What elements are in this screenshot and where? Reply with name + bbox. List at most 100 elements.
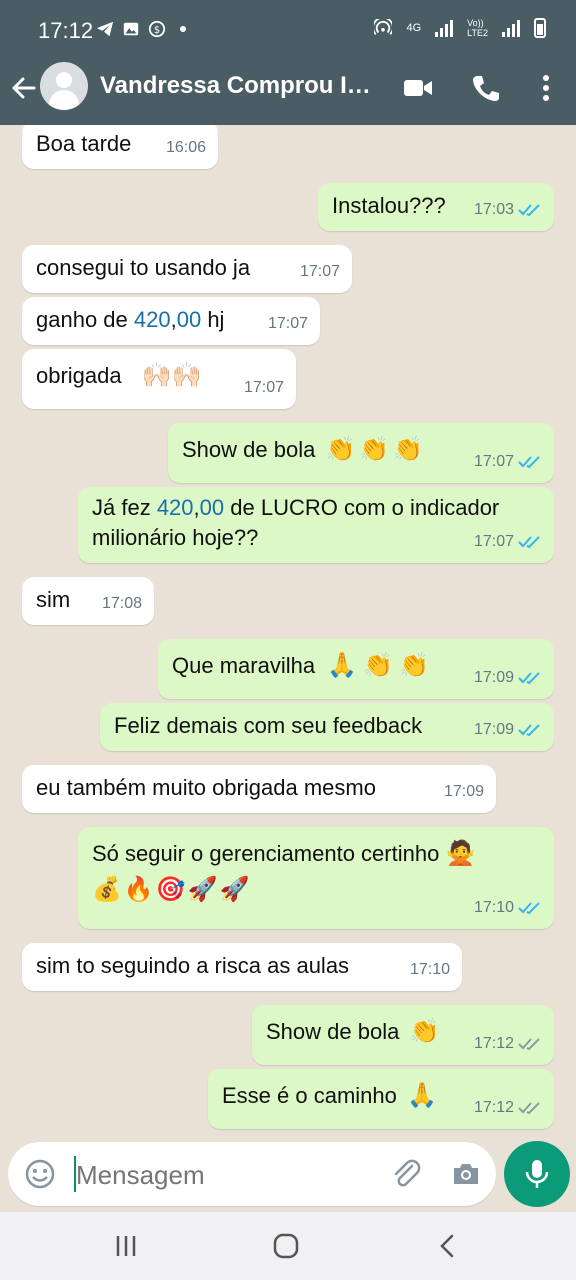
- message-incoming[interactable]: consegui to usando ja 17:07: [22, 245, 352, 293]
- back-icon[interactable]: [432, 1232, 464, 1260]
- message-meta: 17:08: [102, 589, 142, 619]
- money-circle-icon: $: [148, 20, 166, 38]
- chat-header: Vandressa Comprou In...: [0, 62, 576, 125]
- battery-icon: [534, 18, 546, 38]
- system-status-icons: 4G Vo)) LTE2: [374, 18, 546, 38]
- home-icon[interactable]: [270, 1232, 302, 1260]
- gallery-icon: [123, 22, 139, 36]
- message-meta: 17:07: [300, 257, 340, 287]
- message-time: 17:09: [473, 721, 514, 738]
- status-time: 17:12: [38, 18, 94, 43]
- message-incoming[interactable]: ganho de 420,00 hj 17:07: [22, 297, 320, 345]
- message-composer: [8, 1142, 496, 1206]
- message-incoming[interactable]: Boa tarde 16:06: [22, 125, 218, 169]
- message-meta: 17:03: [474, 195, 542, 225]
- system-navigation-bar: [0, 1212, 576, 1280]
- message-time: 17:08: [101, 595, 142, 612]
- link-number[interactable]: 420: [134, 307, 171, 332]
- message-time: 17:07: [243, 379, 284, 396]
- link-number[interactable]: 420: [157, 495, 194, 520]
- delivered-receipt-icon: [518, 1102, 540, 1115]
- message-time: 17:07: [267, 315, 308, 332]
- message-outgoing[interactable]: Feliz demais com seu feedback 17:09: [100, 703, 554, 751]
- message-meta: 17:12: [474, 1093, 542, 1123]
- clapping-hands-emoji: 👏: [409, 1018, 440, 1045]
- message-incoming[interactable]: sim to seguindo a risca as aulas 17:10: [22, 943, 462, 991]
- message-meta: 17:10: [474, 893, 542, 923]
- hotspot-icon: [374, 19, 393, 35]
- camera-icon[interactable]: [450, 1158, 482, 1190]
- pray-clap-emoji: 🙏👏👏: [327, 652, 435, 679]
- message-time: 17:09: [443, 783, 484, 800]
- read-receipt-icon: [518, 204, 540, 217]
- message-outgoing[interactable]: Instalou??? 17:03: [318, 183, 554, 231]
- message-time: 17:10: [409, 961, 450, 978]
- message-text: consegui to usando ja: [36, 255, 251, 280]
- message-meta: 17:09: [474, 715, 542, 745]
- message-text: Instalou???: [332, 193, 446, 218]
- message-meta: 17:09: [444, 777, 484, 807]
- more-notifications-dot: [180, 26, 186, 32]
- message-text: Que maravilha: [172, 653, 316, 678]
- more-vert-icon[interactable]: [530, 72, 562, 104]
- back-arrow-icon[interactable]: [10, 74, 38, 102]
- message-text: sim to seguindo a risca as aulas: [36, 953, 350, 978]
- message-time: 17:12: [473, 1035, 514, 1052]
- mic-icon: [525, 1160, 549, 1188]
- message-text: Esse é o caminho: [222, 1083, 397, 1108]
- message-outgoing[interactable]: Já fez 420,00 de LUCRO com o indicador m…: [78, 487, 554, 563]
- avatar[interactable]: [40, 62, 88, 110]
- read-receipt-icon: [518, 536, 540, 549]
- message-text: eu também muito obrigada mesmo: [36, 775, 376, 800]
- message-text: Já fez 420,00 de LUCRO com o indicador: [92, 495, 500, 520]
- message-time: 17:07: [473, 453, 514, 470]
- message-outgoing[interactable]: Show de bola 👏 17:12: [252, 1005, 554, 1065]
- message-outgoing[interactable]: Só seguir o gerenciamento certinho 🙅 💰🔥🎯…: [78, 827, 554, 929]
- recent-apps-icon[interactable]: [110, 1232, 142, 1260]
- message-text: Show de bola: [266, 1019, 400, 1044]
- message-outgoing[interactable]: Show de bola 👏👏👏 17:07: [168, 423, 554, 483]
- link-number[interactable]: 00: [200, 495, 224, 520]
- message-input[interactable]: [74, 1154, 378, 1196]
- message-time: 17:09: [473, 669, 514, 686]
- message-incoming[interactable]: sim 17:08: [22, 577, 154, 625]
- message-list[interactable]: Boa tarde 16:06 Instalou??? 17:03 conseg…: [0, 125, 576, 1140]
- volte-label: Vo)) LTE2: [467, 18, 488, 38]
- gesture-no-emoji: 🙅: [445, 840, 476, 867]
- message-meta: 17:09: [474, 663, 542, 693]
- telegram-icon: [96, 21, 114, 37]
- message-incoming[interactable]: eu também muito obrigada mesmo 17:09: [22, 765, 496, 813]
- message-text: Só seguir o gerenciamento certinho 🙅: [92, 840, 476, 867]
- read-receipt-icon: [518, 456, 540, 469]
- message-outgoing[interactable]: Que maravilha 🙏👏👏 17:09: [158, 639, 554, 699]
- message-text: ganho de 420,00 hj: [36, 307, 225, 332]
- emoji-picker-icon[interactable]: [24, 1158, 56, 1190]
- attach-icon[interactable]: [390, 1158, 422, 1190]
- message-meta: 17:07: [474, 527, 542, 557]
- raised-hands-emoji: 🙌🏻🙌🏻: [141, 362, 202, 389]
- voice-record-button[interactable]: [504, 1141, 570, 1207]
- message-time: 17:07: [473, 533, 514, 550]
- notification-icons: $: [96, 20, 186, 38]
- top-bar: 17:12 $ 4G Vo)) LTE2 Vandressa Comprou I…: [0, 0, 576, 125]
- message-time: 17:03: [473, 201, 514, 218]
- message-text: obrigada: [36, 363, 122, 388]
- link-number[interactable]: 00: [177, 307, 201, 332]
- message-text: Boa tarde: [36, 131, 132, 156]
- message-meta: 17:07: [268, 309, 308, 339]
- message-meta: 17:07: [474, 447, 542, 477]
- read-receipt-icon: [518, 902, 540, 915]
- message-outgoing[interactable]: Esse é o caminho 🙏 17:12: [208, 1069, 554, 1129]
- message-text: sim: [36, 587, 71, 612]
- video-call-icon[interactable]: [402, 72, 434, 104]
- status-bar: 17:12 $ 4G Vo)) LTE2: [0, 0, 576, 62]
- contact-name[interactable]: Vandressa Comprou In...: [100, 72, 380, 100]
- phone-icon[interactable]: [470, 72, 502, 104]
- message-text: Show de bola: [182, 437, 316, 462]
- clapping-hands-emoji: 👏👏👏: [325, 436, 428, 463]
- folded-hands-emoji: 🙏: [407, 1082, 437, 1109]
- message-incoming[interactable]: obrigada 🙌🏻🙌🏻 17:07: [22, 349, 296, 409]
- message-text-line2: milionário hoje??: [92, 525, 259, 550]
- signal-icon-2: [502, 19, 520, 37]
- message-meta: 17:10: [410, 955, 450, 985]
